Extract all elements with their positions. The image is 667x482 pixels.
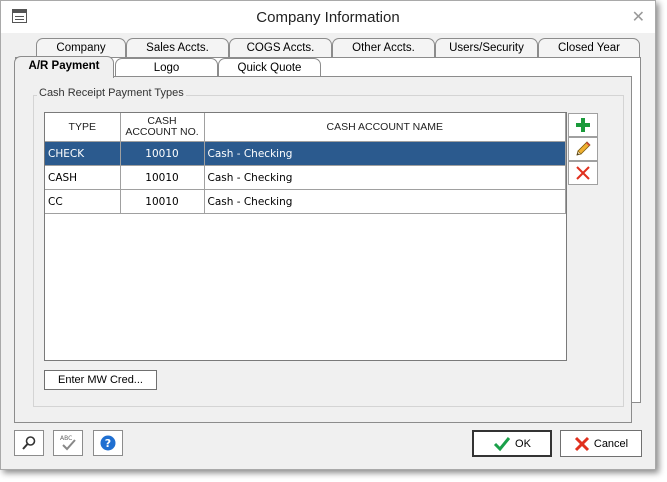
add-button[interactable]: [568, 113, 598, 137]
tab-label: Company: [56, 42, 106, 54]
tab-label: COGS Accts.: [246, 42, 315, 54]
checkmark-icon: [493, 436, 511, 451]
tab-label: Sales Accts.: [146, 42, 209, 54]
cell-account-no: 10010: [120, 165, 205, 190]
title-bar: Company Information ✕: [1, 1, 655, 33]
enter-mw-cred-button[interactable]: Enter MW Cred...: [44, 370, 157, 390]
spell-check-button[interactable]: ABC: [53, 430, 83, 456]
tab-logo[interactable]: Logo: [115, 58, 218, 78]
cancel-x-icon: [574, 436, 589, 451]
tab-sales-accts[interactable]: Sales Accts.: [126, 38, 229, 58]
tab-users-security[interactable]: Users/Security: [435, 38, 538, 58]
cell-account-no: 10010: [120, 141, 205, 166]
edit-button[interactable]: [568, 137, 598, 161]
search-button[interactable]: [14, 430, 44, 456]
svg-text:?: ?: [105, 437, 111, 450]
cell-type: CASH: [45, 165, 121, 190]
help-button[interactable]: ?: [93, 430, 123, 456]
tab-label: Quick Quote: [237, 62, 302, 74]
cancel-button[interactable]: Cancel: [560, 430, 642, 457]
tab-closed-year[interactable]: Closed Year: [538, 38, 640, 58]
x-delete-icon: [576, 166, 590, 180]
ok-label: OK: [515, 437, 531, 450]
ar-payment-panel: Cash Receipt Payment Types TYPE CASH ACCO…: [14, 76, 632, 423]
tab-quick-quote[interactable]: Quick Quote: [218, 58, 321, 78]
table-row[interactable]: CC 10010 Cash - Checking: [45, 189, 566, 214]
tab-label: Other Accts.: [352, 42, 415, 54]
tab-label: Closed Year: [557, 42, 621, 54]
tab-label: A/R Payment: [28, 60, 100, 72]
header-cash-account-no[interactable]: CASH ACCOUNT NO.: [120, 113, 205, 142]
cancel-label: Cancel: [593, 437, 629, 450]
company-information-dialog: Company Information ✕ Company Sales Acct…: [0, 0, 656, 470]
ok-button[interactable]: OK: [472, 430, 552, 457]
window-title: Company Information: [256, 9, 400, 26]
tab-company[interactable]: Company: [36, 38, 126, 58]
cell-account-name: Cash - Checking: [204, 141, 566, 166]
header-cash-account-name[interactable]: CASH ACCOUNT NAME: [204, 113, 566, 142]
svg-text:ABC: ABC: [60, 435, 72, 442]
tab-label: Logo: [153, 62, 180, 74]
tab-cogs-accts[interactable]: COGS Accts.: [229, 38, 332, 58]
cell-account-name: Cash - Checking: [204, 165, 566, 190]
close-icon[interactable]: ✕: [632, 7, 645, 27]
spell-check-icon: ABC: [60, 435, 76, 451]
help-icon: ?: [100, 435, 116, 451]
pencil-icon: [576, 141, 591, 156]
cell-type: CC: [45, 189, 121, 214]
magnifier-icon: [22, 436, 36, 450]
table-row[interactable]: CHECK 10010 Cash - Checking: [45, 141, 566, 166]
header-type[interactable]: TYPE: [45, 113, 121, 142]
tab-label: Users/Security: [449, 42, 524, 54]
delete-button[interactable]: [568, 161, 598, 185]
payment-types-grid[interactable]: TYPE CASH ACCOUNT NO. CASH ACCOUNT NAME C…: [44, 112, 567, 361]
group-label: Cash Receipt Payment Types: [37, 87, 186, 99]
tab-other-accts[interactable]: Other Accts.: [332, 38, 435, 58]
table-row[interactable]: CASH 10010 Cash - Checking: [45, 165, 566, 190]
tab-ar-payment[interactable]: A/R Payment: [14, 56, 114, 78]
cell-account-no: 10010: [120, 189, 205, 214]
grid-header-row: TYPE CASH ACCOUNT NO. CASH ACCOUNT NAME: [45, 113, 566, 142]
plus-icon: [576, 118, 590, 132]
cell-type: CHECK: [45, 141, 121, 166]
cell-account-name: Cash - Checking: [204, 189, 566, 214]
header-line: ACCOUNT NO.: [125, 126, 199, 138]
